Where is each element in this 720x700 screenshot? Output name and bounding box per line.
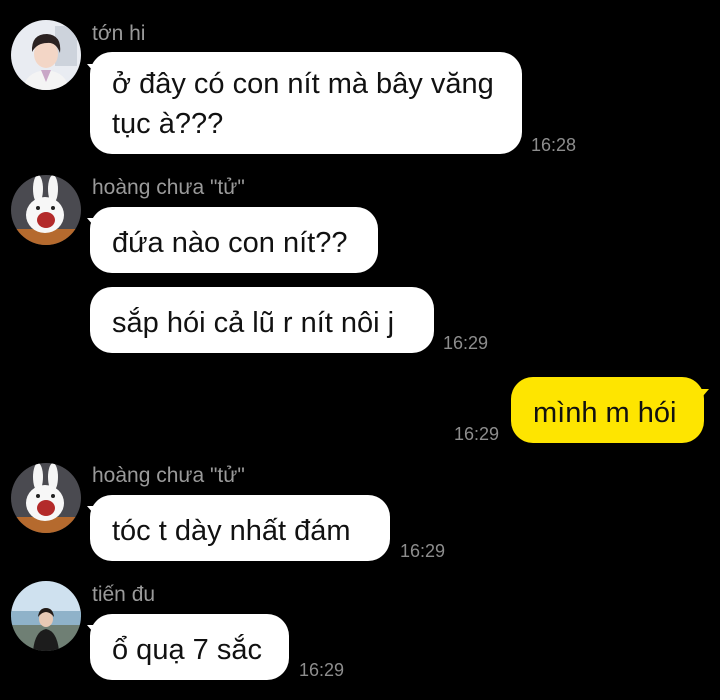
sender-name: hoàng chưa "tử" <box>92 176 245 199</box>
sender-name: tiến đu <box>92 583 156 606</box>
bubble-tail <box>697 389 709 403</box>
chat-screen: tớn hi ở đây có con nít mà bây văng tục … <box>0 0 720 700</box>
boy-portrait-avatar-icon[interactable] <box>11 20 81 90</box>
rabbit-avatar-icon[interactable] <box>11 175 81 245</box>
message-bubble[interactable]: tóc t dày nhất đám <box>90 495 390 561</box>
message-timestamp: 16:29 <box>443 333 489 353</box>
outgoing-message-bubble[interactable]: mình m hói <box>511 377 704 443</box>
message-timestamp: 16:29 <box>400 541 446 561</box>
message-timestamp: 16:28 <box>531 135 577 155</box>
rabbit-avatar-icon[interactable] <box>11 463 81 533</box>
message-timestamp: 16:29 <box>454 424 500 444</box>
message-bubble[interactable]: ở đây có con nít mà bây văng tục à??? <box>90 52 522 154</box>
message-bubble[interactable]: sắp hói cả lũ r nít nôi j <box>90 287 434 353</box>
message-timestamp: 16:29 <box>299 660 345 680</box>
sender-name: tớn hi <box>92 22 146 45</box>
sender-name: hoàng chưa "tử" <box>92 464 245 487</box>
seaside-photo-avatar-icon[interactable] <box>11 581 81 651</box>
message-bubble[interactable]: ổ quạ 7 sắc <box>90 614 289 680</box>
message-bubble[interactable]: đứa nào con nít?? <box>90 207 378 273</box>
